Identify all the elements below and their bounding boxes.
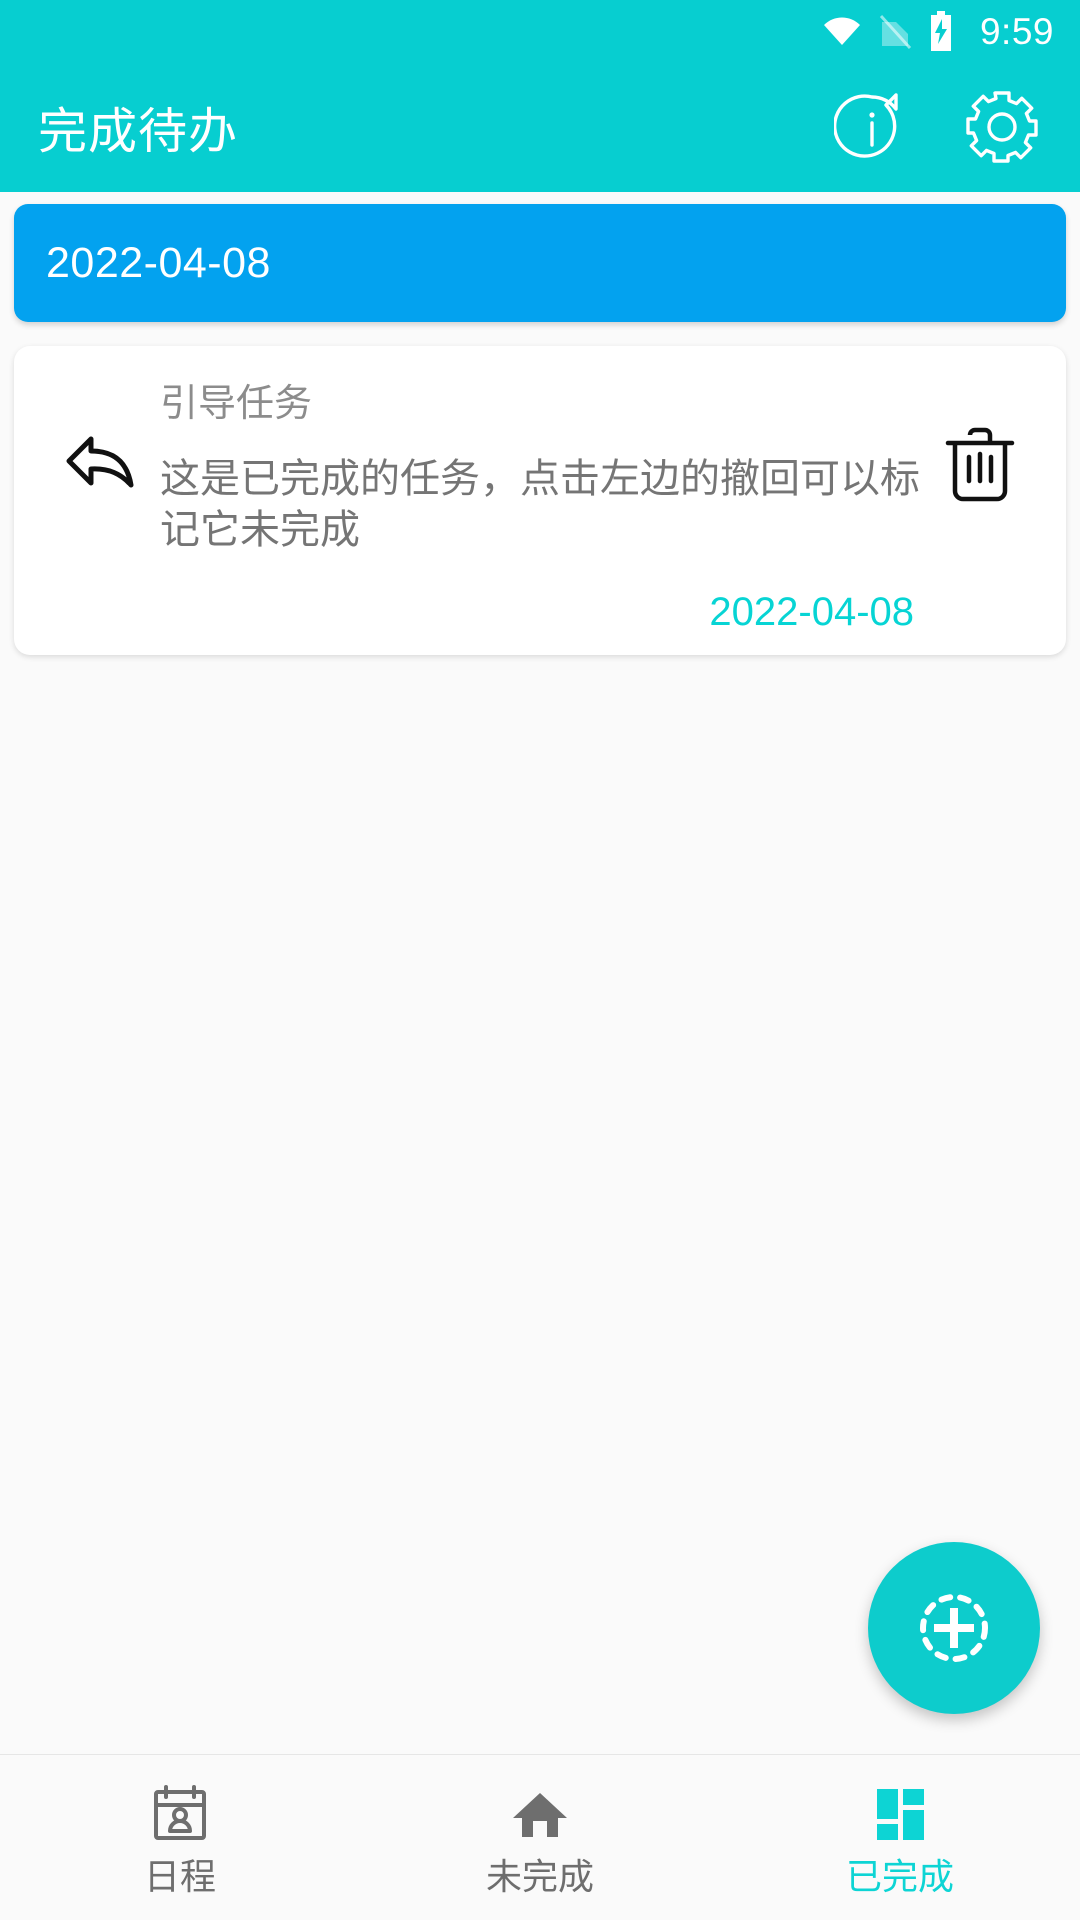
status-bar-icons: 9:59 xyxy=(822,11,1054,51)
nav-item-schedule[interactable]: 日程 xyxy=(0,1755,360,1920)
battery-charging-icon xyxy=(928,11,954,51)
home-icon xyxy=(509,1781,571,1847)
undo-task-button[interactable] xyxy=(40,364,160,564)
status-bar: 9:59 xyxy=(0,0,1080,62)
settings-button[interactable] xyxy=(956,81,1048,173)
wifi-icon xyxy=(822,16,862,46)
add-task-fab[interactable] xyxy=(868,1542,1040,1714)
no-sim-icon xyxy=(878,12,912,50)
app-bar-actions xyxy=(826,81,1048,173)
delete-task-button[interactable] xyxy=(920,364,1040,564)
nav-label-incomplete: 未完成 xyxy=(485,1855,594,1897)
date-group-label: 2022-04-08 xyxy=(46,238,271,287)
task-description: 这是已完成的任务，点击左边的撤回可以标记它未完成 xyxy=(160,456,920,552)
task-date: 2022-04-08 xyxy=(709,589,914,634)
nav-item-incomplete[interactable]: 未完成 xyxy=(360,1755,720,1920)
task-text-block: 引导任务 这是已完成的任务，点击左边的撤回可以标记它未完成 2022-04-08 xyxy=(160,364,920,635)
add-circle-dashed-icon xyxy=(911,1585,997,1671)
app-screen: 9:59 完成待办 2022-04-08 引导任务 这是已完成的任务，点击左边的… xyxy=(0,0,1080,1920)
nav-item-completed[interactable]: 已完成 xyxy=(720,1755,1080,1920)
task-title: 引导任务 xyxy=(160,383,313,425)
dashboard-grid-icon xyxy=(869,1781,931,1847)
app-bar: 完成待办 xyxy=(0,62,1080,192)
info-icon xyxy=(834,89,910,165)
info-button[interactable] xyxy=(826,81,918,173)
trash-icon xyxy=(944,423,1016,505)
undo-arrow-icon xyxy=(57,421,143,507)
date-group-header[interactable]: 2022-04-08 xyxy=(14,204,1066,322)
calendar-person-icon xyxy=(149,1781,211,1847)
status-bar-time: 9:59 xyxy=(979,10,1054,52)
bottom-navigation: 日程 未完成 已完成 xyxy=(0,1754,1080,1920)
nav-label-schedule: 日程 xyxy=(143,1855,216,1897)
page-title: 完成待办 xyxy=(38,104,239,159)
content-area: 2022-04-08 引导任务 这是已完成的任务，点击左边的撤回可以标记它未完成… xyxy=(0,192,1080,1754)
nav-label-completed: 已完成 xyxy=(845,1855,954,1897)
task-card[interactable]: 引导任务 这是已完成的任务，点击左边的撤回可以标记它未完成 2022-04-08 xyxy=(14,346,1066,655)
gear-icon xyxy=(964,89,1040,165)
